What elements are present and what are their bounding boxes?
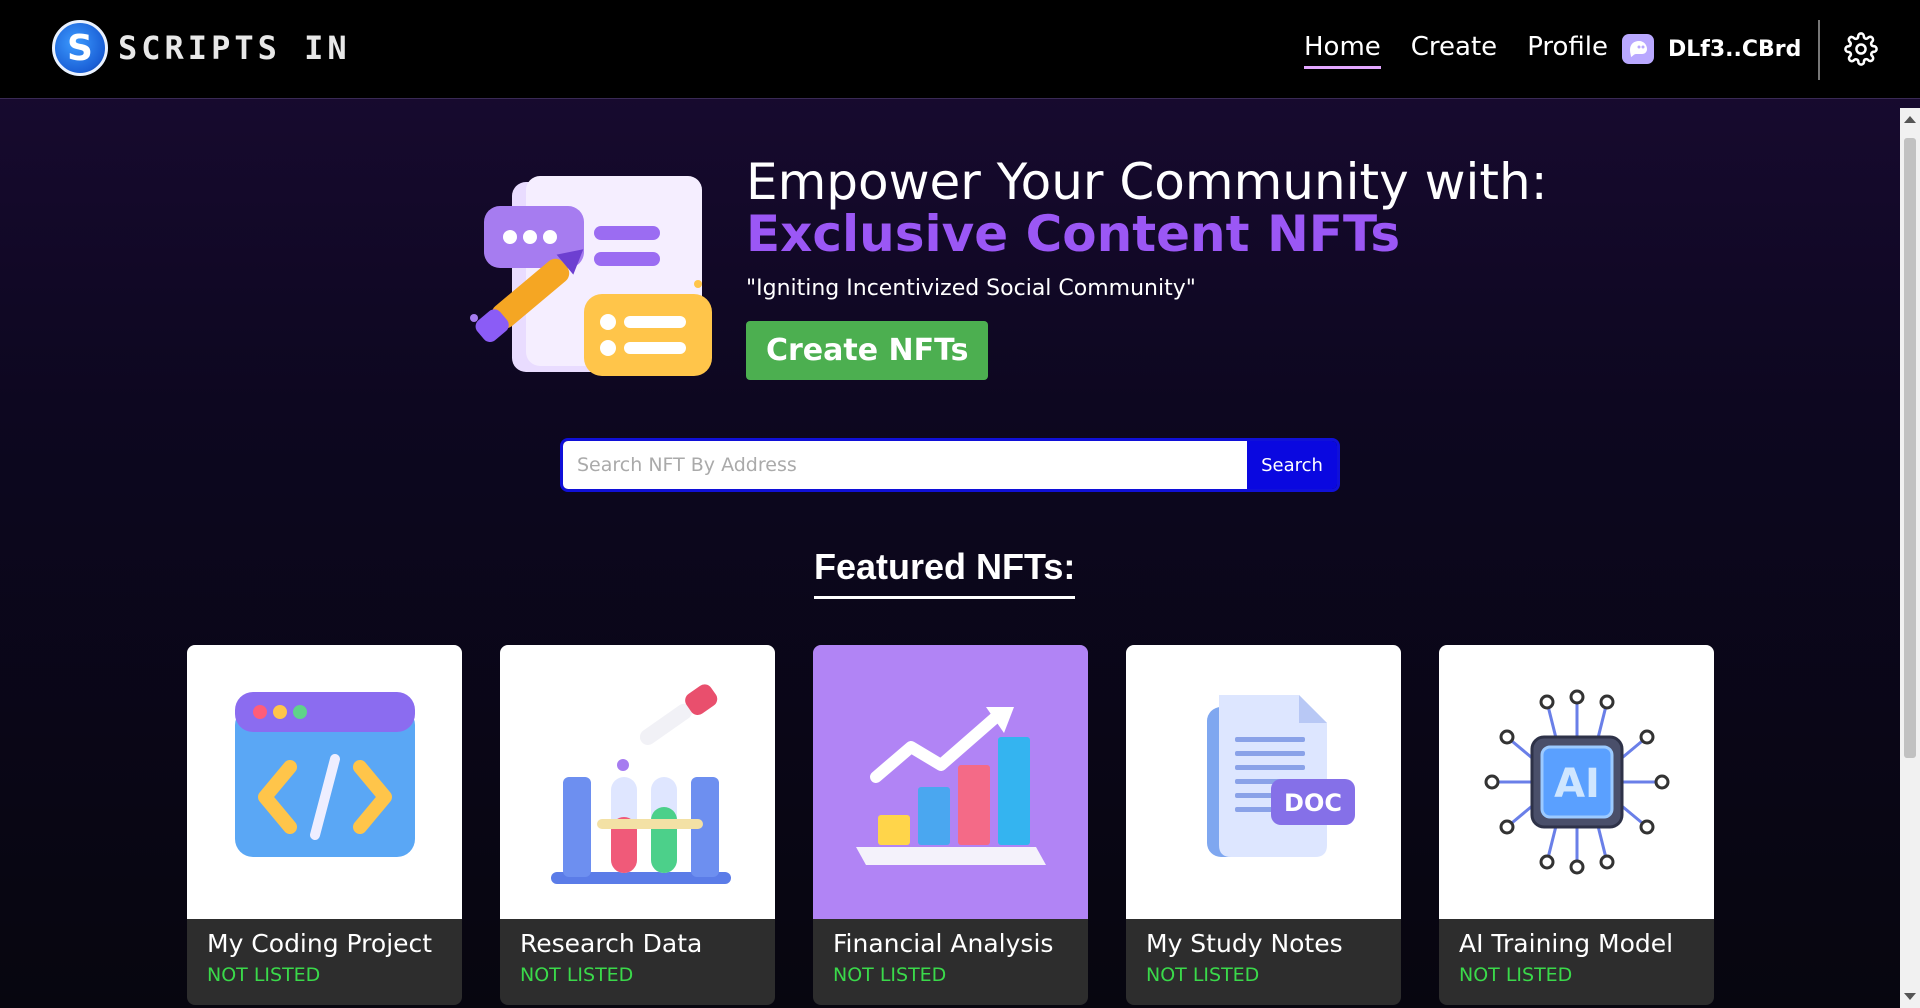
nft-card-status: NOT LISTED (207, 964, 321, 986)
nav-create-link[interactable]: Create (1411, 32, 1497, 69)
bar-chart-icon (813, 645, 1088, 919)
page-scrollbar[interactable] (1900, 108, 1920, 1008)
ai-chip-icon: AI (1439, 645, 1714, 919)
scroll-up-arrow-icon[interactable] (1904, 116, 1916, 123)
search-bar: Search (560, 438, 1340, 492)
nft-card-status: NOT LISTED (520, 964, 634, 986)
hero-text: Empower Your Community with: Exclusive C… (746, 156, 1548, 380)
top-navbar: S SCRIPTS IN Home Create Profile DLf3..C… (0, 0, 1920, 99)
wallet-ghost-icon (1622, 34, 1654, 64)
hero-tagline: "Igniting Incentivized Social Community" (746, 276, 1196, 301)
brand[interactable]: S SCRIPTS IN (52, 20, 351, 76)
nft-card-name: AI Training Model (1459, 929, 1674, 958)
nav-links: Home Create Profile (1304, 32, 1608, 69)
nav-home-link[interactable]: Home (1304, 32, 1381, 69)
document-icon: DOC (1126, 645, 1401, 919)
search-nft-input[interactable] (563, 441, 1247, 489)
code-window-icon (187, 645, 462, 919)
featured-nfts-heading: Featured NFTs: (814, 546, 1076, 599)
nft-card[interactable]: Research Data NOT LISTED (500, 645, 775, 1005)
gear-icon[interactable] (1844, 32, 1878, 66)
nav-profile-link[interactable]: Profile (1527, 32, 1608, 69)
featured-nft-grid: My Coding Project NOT LISTED Research Da… (187, 645, 1714, 1005)
nft-card-status: NOT LISTED (1459, 964, 1573, 986)
nft-card-name: My Study Notes (1146, 929, 1343, 958)
nav-divider (1818, 20, 1820, 80)
hero-content-illustration-icon (466, 176, 712, 386)
scroll-down-arrow-icon[interactable] (1904, 993, 1916, 1000)
nft-card-status: NOT LISTED (1146, 964, 1260, 986)
nft-card[interactable]: Financial Analysis NOT LISTED (813, 645, 1088, 1005)
nft-card[interactable]: AI AI Training Model NOT LISTED (1439, 645, 1714, 1005)
brand-name: SCRIPTS IN (118, 29, 351, 67)
nft-card-name: Financial Analysis (833, 929, 1054, 958)
wallet-button[interactable]: DLf3..CBrd (1622, 34, 1801, 64)
svg-text:DOC: DOC (1284, 789, 1342, 817)
nft-card[interactable]: My Coding Project NOT LISTED (187, 645, 462, 1005)
hero-highlight: Exclusive Content NFTs (746, 205, 1401, 263)
nft-card-status: NOT LISTED (833, 964, 947, 986)
nft-card-name: Research Data (520, 929, 703, 958)
create-nfts-button[interactable]: Create NFTs (746, 321, 989, 380)
brand-logo-icon: S (52, 20, 108, 76)
wallet-address: DLf3..CBrd (1668, 36, 1802, 62)
nft-card[interactable]: DOC My Study Notes NOT LISTED (1126, 645, 1401, 1005)
svg-text:AI: AI (1554, 761, 1600, 807)
hero-title: Empower Your Community with: (746, 153, 1548, 211)
scroll-thumb[interactable] (1904, 138, 1916, 758)
search-button[interactable]: Search (1247, 441, 1337, 489)
test-tubes-icon (500, 645, 775, 919)
nft-card-name: My Coding Project (207, 929, 433, 958)
